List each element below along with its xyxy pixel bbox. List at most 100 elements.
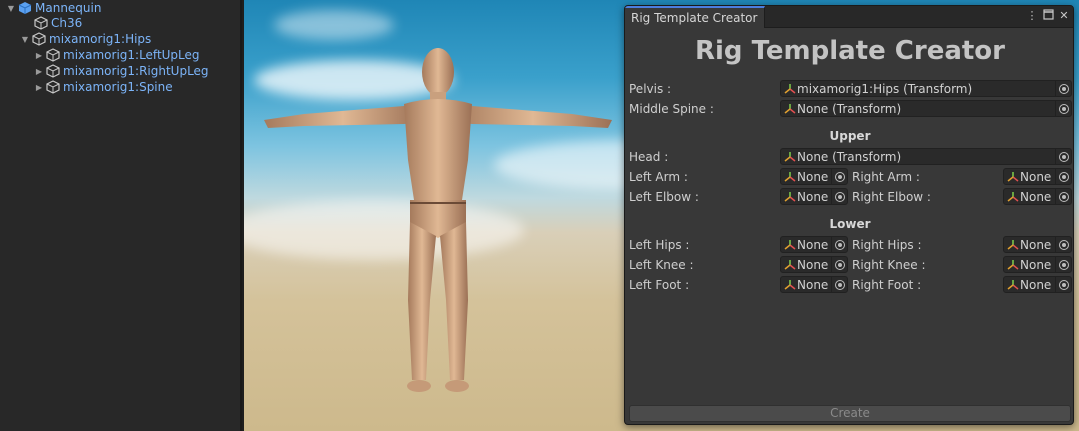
left-arm-label: Left Arm : <box>629 170 688 184</box>
expand-arrow-icon[interactable]: ▼ <box>6 4 16 13</box>
transform-icon <box>784 279 796 290</box>
hierarchy-item-mannequin[interactable]: ▼ Mannequin <box>6 0 102 16</box>
left-elbow-field[interactable]: None <box>780 188 848 205</box>
right-arm-value: None <box>1020 169 1052 184</box>
collapse-arrow-icon[interactable]: ▶ <box>34 51 44 60</box>
hierarchy-panel: ▼ Mannequin Ch36 ▼ mixamorig1:Hips ▶ mix… <box>0 0 242 431</box>
left-arm-value: None <box>797 169 829 184</box>
left-knee-value: None <box>797 257 829 272</box>
hierarchy-item-ch36[interactable]: Ch36 <box>34 15 82 31</box>
expand-arrow-icon[interactable]: ▼ <box>20 35 30 44</box>
upper-section-title: Upper <box>829 129 871 143</box>
rig-template-creator-window: Rig Template Creator ⋮ ✕ Rig Template Cr… <box>624 5 1074 425</box>
left-foot-field[interactable]: None <box>780 276 848 293</box>
left-hips-field[interactable]: None <box>780 236 848 253</box>
object-picker-icon[interactable] <box>1055 237 1071 252</box>
hierarchy-label: mixamorig1:LeftUpLeg <box>63 48 200 62</box>
right-elbow-label: Right Elbow : <box>852 190 931 204</box>
right-arm-label: Right Arm : <box>852 170 920 184</box>
right-hips-label: Right Hips : <box>852 238 922 252</box>
left-elbow-value: None <box>797 189 829 204</box>
transform-icon <box>784 83 796 94</box>
left-knee-field[interactable]: None <box>780 256 848 273</box>
gameobject-cube-icon <box>32 32 46 46</box>
gameobject-cube-icon <box>34 16 48 30</box>
middle-spine-label: Middle Spine : <box>629 102 714 116</box>
transform-icon <box>1007 171 1019 182</box>
transform-icon <box>1007 191 1019 202</box>
hierarchy-item-rightupleg[interactable]: ▶ mixamorig1:RightUpLeg <box>34 63 209 79</box>
right-foot-field[interactable]: None <box>1003 276 1072 293</box>
collapse-arrow-icon[interactable]: ▶ <box>34 67 44 76</box>
right-knee-label: Right Knee : <box>852 258 926 272</box>
head-field[interactable]: None (Transform) <box>780 148 1072 165</box>
transform-icon <box>784 259 796 270</box>
object-picker-icon[interactable] <box>1055 81 1071 96</box>
create-button[interactable]: Create <box>629 405 1071 422</box>
transform-icon <box>784 151 796 162</box>
object-picker-icon[interactable] <box>831 257 847 272</box>
left-elbow-label: Left Elbow : <box>629 190 699 204</box>
prefab-cube-icon <box>18 2 32 14</box>
right-hips-field[interactable]: None <box>1003 236 1072 253</box>
transform-icon <box>784 171 796 182</box>
object-picker-icon[interactable] <box>831 237 847 252</box>
object-picker-icon[interactable] <box>1055 101 1071 116</box>
object-picker-icon[interactable] <box>1055 149 1071 164</box>
gameobject-cube-icon <box>46 48 60 62</box>
left-foot-label: Left Foot : <box>629 278 690 292</box>
hierarchy-item-hips[interactable]: ▼ mixamorig1:Hips <box>20 31 151 47</box>
right-elbow-value: None <box>1020 189 1052 204</box>
right-arm-field[interactable]: None <box>1003 168 1072 185</box>
right-elbow-field[interactable]: None <box>1003 188 1072 205</box>
left-knee-label: Left Knee : <box>629 258 694 272</box>
left-hips-label: Left Hips : <box>629 238 690 252</box>
collapse-arrow-icon[interactable]: ▶ <box>34 83 44 92</box>
hierarchy-label: mixamorig1:Hips <box>49 32 152 46</box>
pelvis-label: Pelvis : <box>629 82 672 96</box>
maximize-icon[interactable] <box>1042 9 1054 23</box>
object-picker-icon[interactable] <box>831 277 847 292</box>
window-title: Rig Template Creator <box>695 36 1005 66</box>
window-tab-bar: Rig Template Creator ⋮ ✕ <box>625 6 1073 28</box>
left-arm-field[interactable]: None <box>780 168 848 185</box>
hierarchy-item-spine[interactable]: ▶ mixamorig1:Spine <box>34 79 173 95</box>
hierarchy-label: mixamorig1:Spine <box>63 80 173 94</box>
object-picker-icon[interactable] <box>831 169 847 184</box>
head-label: Head : <box>629 150 669 164</box>
left-foot-value: None <box>797 277 829 292</box>
kebab-menu-icon[interactable]: ⋮ <box>1026 9 1038 23</box>
middle-spine-value: None (Transform) <box>797 101 902 116</box>
lower-section-title: Lower <box>829 217 871 231</box>
transform-icon <box>1007 239 1019 250</box>
close-icon[interactable]: ✕ <box>1058 9 1070 23</box>
pelvis-value: mixamorig1:Hips (Transform) <box>797 81 973 96</box>
hierarchy-label: mixamorig1:RightUpLeg <box>63 64 209 78</box>
object-picker-icon[interactable] <box>1055 277 1071 292</box>
right-knee-value: None <box>1020 257 1052 272</box>
transform-icon <box>784 239 796 250</box>
object-picker-icon[interactable] <box>831 189 847 204</box>
gameobject-cube-icon <box>46 64 60 78</box>
object-picker-icon[interactable] <box>1055 257 1071 272</box>
object-picker-icon[interactable] <box>1055 189 1071 204</box>
transform-icon <box>1007 279 1019 290</box>
unity-editor: ▼ Mannequin Ch36 ▼ mixamorig1:Hips ▶ mix… <box>0 0 1079 431</box>
pelvis-field[interactable]: mixamorig1:Hips (Transform) <box>780 80 1072 97</box>
transform-icon <box>784 191 796 202</box>
gameobject-cube-icon <box>46 80 60 94</box>
right-knee-field[interactable]: None <box>1003 256 1072 273</box>
transform-icon <box>784 103 796 114</box>
object-picker-icon[interactable] <box>1055 169 1071 184</box>
hierarchy-item-leftupleg[interactable]: ▶ mixamorig1:LeftUpLeg <box>34 47 200 63</box>
hierarchy-label: Ch36 <box>51 16 83 30</box>
middle-spine-field[interactable]: None (Transform) <box>780 100 1072 117</box>
head-value: None (Transform) <box>797 149 902 164</box>
transform-icon <box>1007 259 1019 270</box>
right-foot-label: Right Foot : <box>852 278 922 292</box>
right-foot-value: None <box>1020 277 1052 292</box>
mannequin-figure <box>264 48 612 392</box>
hierarchy-label: Mannequin <box>35 1 102 15</box>
tab-rig-template-creator[interactable]: Rig Template Creator <box>625 6 765 28</box>
left-hips-value: None <box>797 237 829 252</box>
